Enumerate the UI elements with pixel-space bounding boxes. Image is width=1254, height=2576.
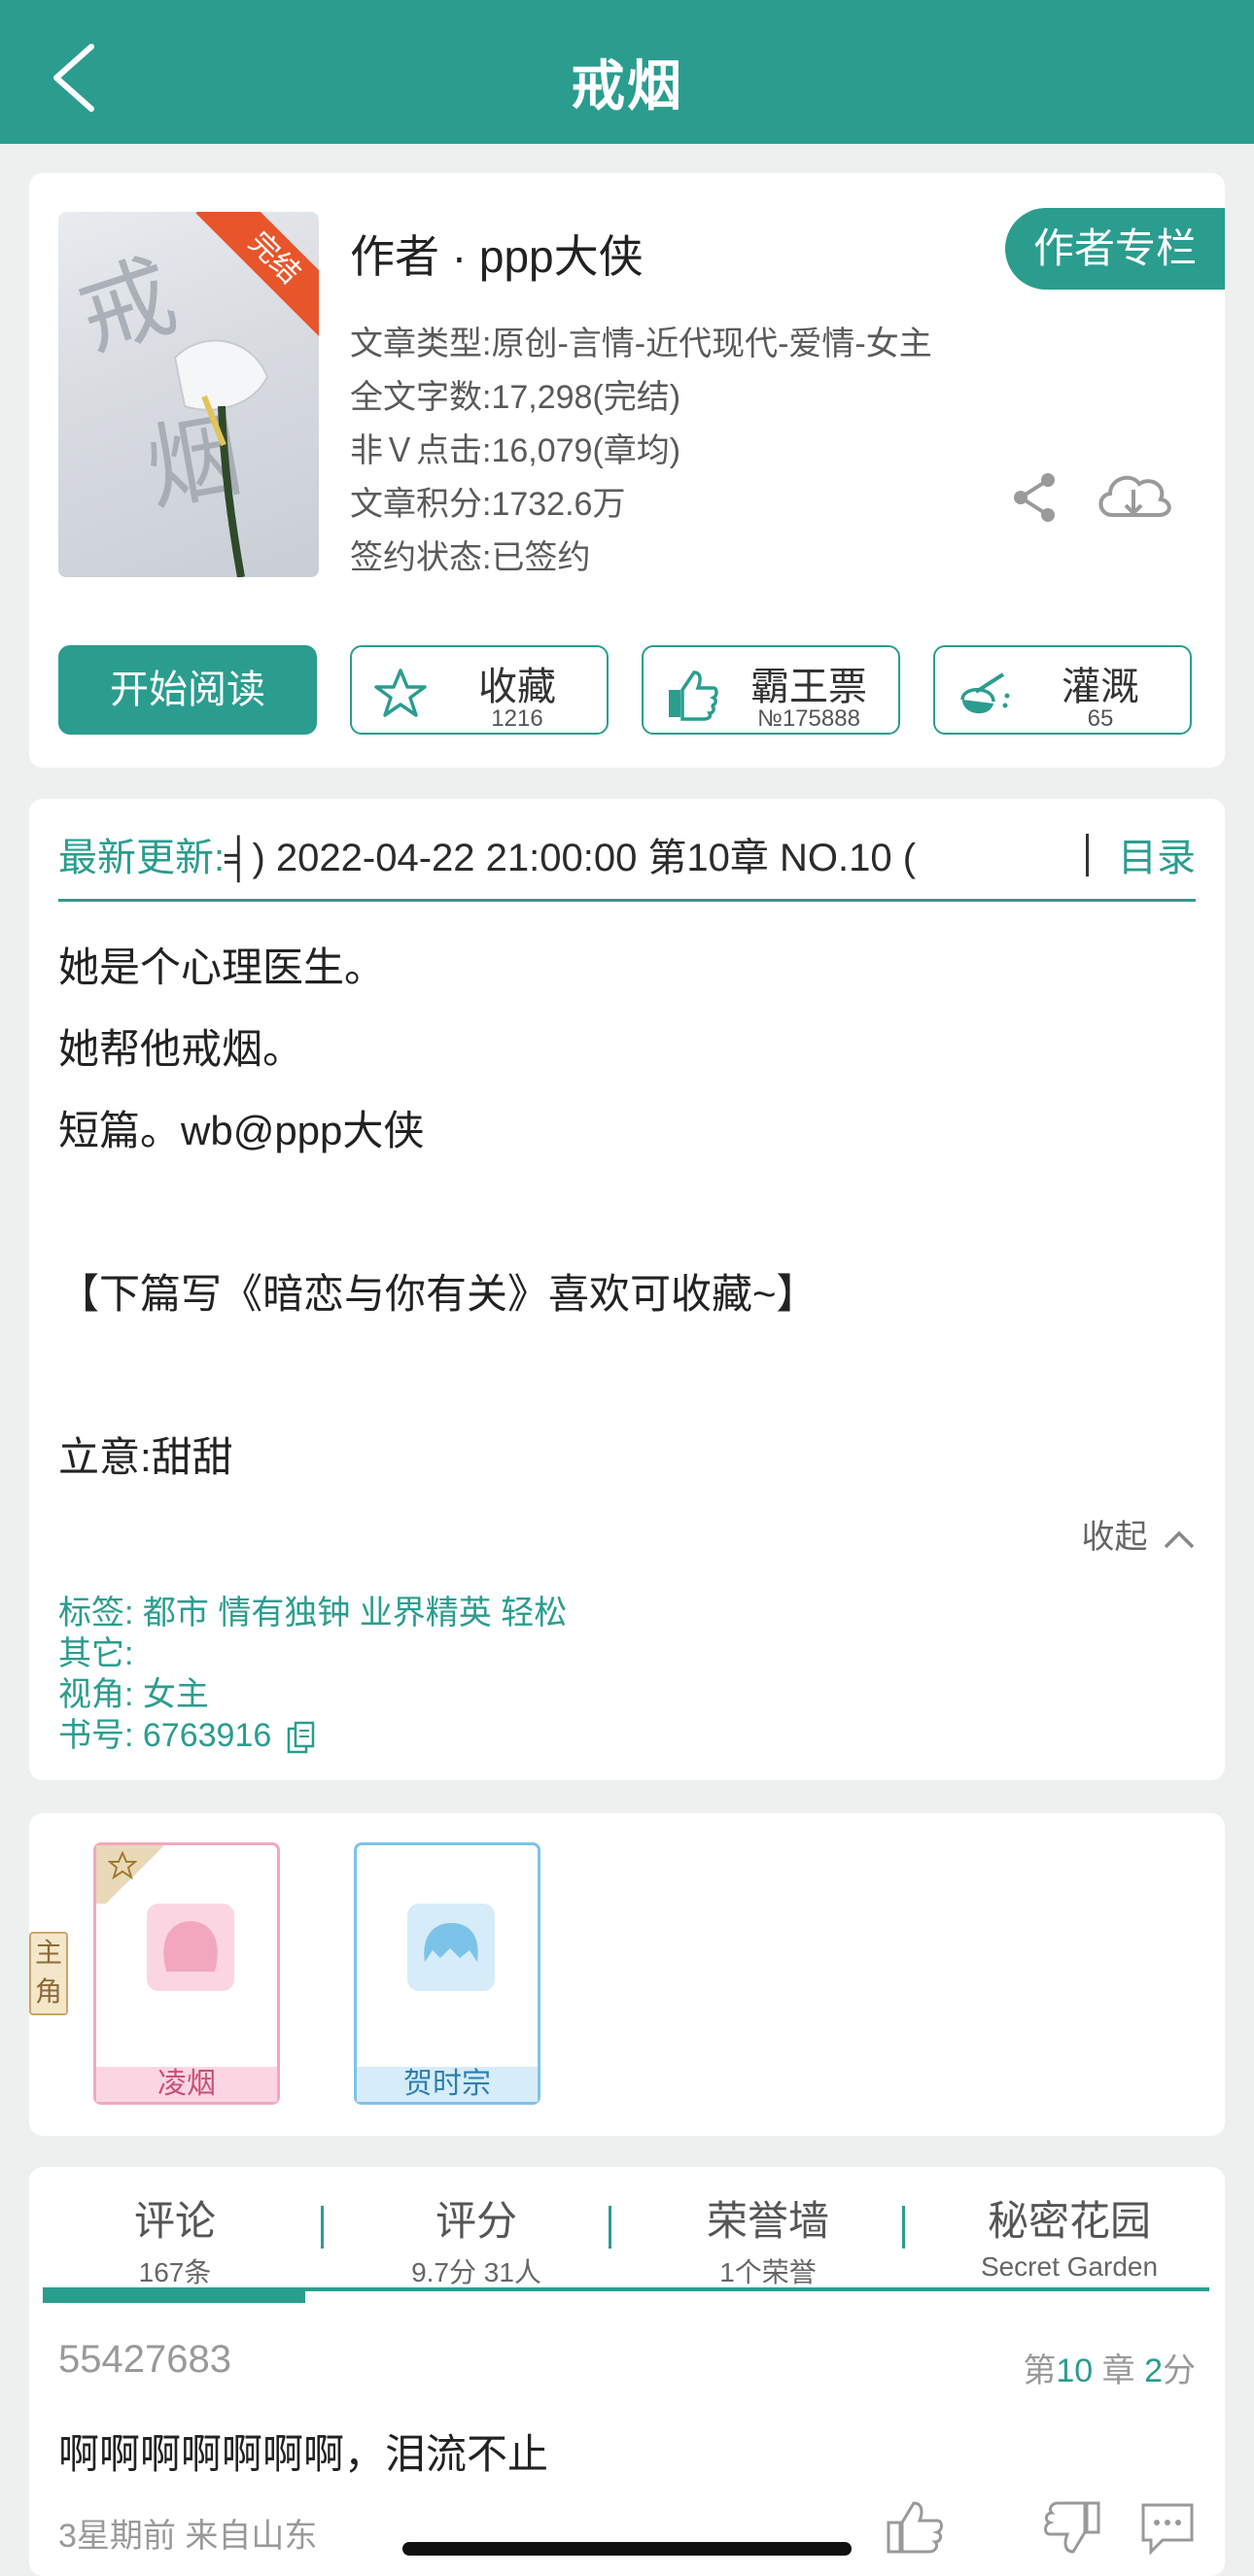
avatar [407,1904,495,1991]
tags-line[interactable]: 标签: 都市 情有独钟 业界精英 轻松 [58,1586,567,1633]
start-reading-button[interactable]: 开始阅读 [58,645,317,735]
comment-score: 2 [1144,2353,1163,2389]
meta-score: 文章积分:1732.6万 [350,486,626,523]
tab-title: 荣誉墙 [706,2198,829,2244]
comment-chapter-score: 第10 章 2分 [1023,2344,1196,2391]
comment-user[interactable]: 55427683 [58,2338,231,2382]
characters-card: 主角 凌烟 贺时宗 [29,1813,1225,2136]
character-card[interactable]: 凌烟 [93,1842,280,2105]
tab-divider [902,2206,905,2249]
star-icon [374,669,427,717]
author-column-button[interactable]: 作者专栏 [1005,208,1225,290]
star-icon [108,1851,137,1880]
tab-rating[interactable]: 评分 9.7分 31人 [350,2188,603,2290]
page-title: 戒烟 [571,55,683,117]
water-button[interactable]: 灌溉 65 [933,645,1192,735]
book-cover[interactable]: 戒 烟 完结 [58,212,319,577]
divider [1086,834,1089,876]
book-id-line[interactable]: 书号: 6763916 [58,1708,316,1756]
intro-line: 短篇。wb@ppp大侠 [58,1108,425,1153]
chapter-number: 10 [1056,2353,1094,2389]
ticket-label: 霸王票 [750,666,867,708]
chapter-prefix: 第 [1023,2353,1057,2389]
character-card[interactable]: 贺时宗 [354,1842,540,2105]
meta-type: 文章类型:原创-言情-近代现代-爱情-女主 [350,326,932,362]
collapse-label: 收起 [1081,1519,1148,1556]
comment-meta: 3星期前 来自山东 [58,2518,318,2555]
water-count: 65 [1087,705,1114,732]
ticket-button[interactable]: 霸王票 №175888 [642,645,900,735]
thumbs-up-icon [669,670,718,721]
watering-can-icon [960,672,1010,714]
tab-sub: 9.7分 31人 [411,2257,541,2287]
intro-line: 【下篇写《暗恋与你有关》喜欢可收藏~】 [58,1271,818,1317]
book-id: 书号: 6763916 [58,1717,272,1754]
character-name: 贺时宗 [357,2067,538,2102]
comment-text: 啊啊啊啊啊啊啊，泪流不止 [58,2431,549,2477]
dislike-icon[interactable] [1042,2499,1102,2556]
main-role-label: 主角 [29,1932,68,2015]
author-name[interactable]: 作者 · ppp大侠 [350,222,644,286]
latest-update-label: 最新更新: [58,837,226,879]
tab-sub: 167条 [138,2257,212,2287]
tab-sub: Secret Garden [980,2251,1159,2282]
intro-line: 她帮他戒烟。 [58,1026,304,1072]
comments-card: 评论 167条 评分 9.7分 31人 荣誉墙 1个荣誉 秘密花园 Secret… [29,2167,1225,2576]
tab-title: 评论 [133,2198,216,2244]
collect-button[interactable]: 收藏 1216 [350,645,609,735]
meta-sign-status: 签约状态:已签约 [350,539,591,576]
avatar [147,1904,234,1991]
tab-title: 秘密花园 [987,2198,1151,2244]
water-label: 灌溉 [1062,666,1139,708]
cloud-download-icon[interactable] [1093,464,1174,529]
collapse-button[interactable]: 收起 [1082,1510,1196,1558]
score-suffix: 分 [1163,2353,1196,2389]
latest-update-text: ╡) 2022-04-22 21:00:00 第10章 NO.10 ( [225,837,917,879]
like-icon[interactable] [885,2499,945,2556]
meta-word-count: 全文字数:17,298(完结) [350,379,681,416]
tab-divider [321,2206,324,2249]
collect-count: 1216 [491,705,543,732]
intro-line: 立意:甜甜 [58,1434,233,1480]
latest-update[interactable]: 最新更新:╡) 2022-04-22 21:00:00 第10章 NO.10 (… [58,826,1196,902]
ticket-count: №175888 [757,705,860,732]
meta-clicks: 非Ｖ点击:16,079(章均) [350,432,681,469]
tab-divider [609,2206,611,2249]
tab-secret-garden[interactable]: 秘密花园 Secret Garden [923,2188,1215,2283]
home-indicator[interactable] [402,2542,852,2556]
tab-title: 评分 [435,2198,517,2244]
tab-honor-wall[interactable]: 荣誉墙 1个荣誉 [632,2188,904,2290]
intro-line: 她是个心理医生。 [58,945,386,990]
tab-comments[interactable]: 评论 167条 [58,2188,292,2290]
tab-active-indicator [43,2287,305,2303]
collect-label: 收藏 [478,666,556,708]
copy-icon[interactable] [287,1721,316,1754]
toc-link[interactable]: 目录 [1104,826,1196,882]
tab-sub: 1个荣誉 [719,2257,817,2287]
chevron-up-icon [1164,1530,1195,1549]
description-card: 最新更新:╡) 2022-04-22 21:00:00 第10章 NO.10 (… [29,799,1225,1780]
chapter-suffix: 章 [1101,2353,1135,2389]
action-row: 开始阅读 收藏 1216 霸王票 №175888 灌溉 65 [58,645,1196,738]
character-name: 凌烟 [96,2067,277,2102]
share-icon[interactable] [1007,470,1062,525]
book-info-card: 戒 烟 完结 作者 · ppp大侠 作者专栏 文章类型:原创-言情-近代现代-爱… [29,173,1225,768]
top-bar: 戒烟 [0,0,1254,144]
reply-icon[interactable] [1137,2499,1198,2556]
